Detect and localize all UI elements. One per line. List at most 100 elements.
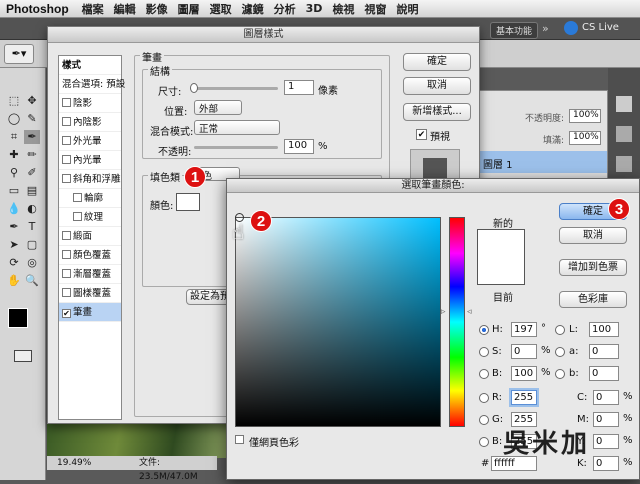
layers-panel-icon[interactable] <box>616 126 632 142</box>
menu-edit[interactable]: 編輯 <box>109 1 141 17</box>
saturation-field[interactable]: 0 <box>511 344 537 359</box>
zoom-level[interactable]: 19.49% <box>57 456 91 470</box>
style-list-outer-glow[interactable]: 外光暈 <box>59 132 121 151</box>
lightness-radio[interactable] <box>555 325 565 335</box>
layer-row[interactable]: 圖層 1 <box>473 151 607 173</box>
hue-slider[interactable] <box>449 217 465 427</box>
a-radio[interactable] <box>555 347 565 357</box>
brush-tool-icon[interactable]: ✏ <box>24 148 40 162</box>
lasso-tool-icon[interactable]: ◯ <box>6 112 22 126</box>
blue-radio[interactable] <box>479 437 489 447</box>
lightness-field[interactable]: 100 <box>589 322 619 337</box>
checkbox-icon[interactable] <box>73 212 82 221</box>
magenta-field[interactable]: 0 <box>593 412 619 427</box>
size-slider-thumb[interactable] <box>190 83 198 93</box>
blur-tool-icon[interactable]: 💧 <box>6 202 22 216</box>
layer-style-ok-button[interactable]: 確定 <box>403 53 471 71</box>
style-list-drop-shadow[interactable]: 陰影 <box>59 94 121 113</box>
shape-tool-icon[interactable]: ▢ <box>24 238 40 252</box>
hue-field[interactable]: 197 <box>511 322 537 337</box>
menu-help[interactable]: 說明 <box>391 1 423 17</box>
menu-3d[interactable]: 3D <box>301 2 328 15</box>
crop-tool-icon[interactable]: ⌗ <box>6 130 22 144</box>
healing-tool-icon[interactable]: ✚ <box>6 148 22 162</box>
path-select-tool-icon[interactable]: ➤ <box>6 238 22 252</box>
checkbox-icon[interactable] <box>62 288 71 297</box>
color-field[interactable] <box>235 217 441 427</box>
b-radio[interactable] <box>555 369 565 379</box>
cyan-field[interactable]: 0 <box>593 390 619 405</box>
layer-fill-field[interactable]: 100% <box>569 131 601 145</box>
checkbox-icon[interactable] <box>62 231 71 240</box>
add-to-swatches-button[interactable]: 增加到色票 <box>559 259 627 276</box>
document-canvas[interactable] <box>47 420 227 458</box>
style-list-color-overlay[interactable]: 顏色覆蓋 <box>59 246 121 265</box>
yellow-field[interactable]: 0 <box>593 434 619 449</box>
menu-file[interactable]: 檔案 <box>77 1 109 17</box>
blend-mode-select[interactable]: 正常 <box>194 120 280 135</box>
quick-mask-icon[interactable] <box>14 350 32 362</box>
green-radio[interactable] <box>479 415 489 425</box>
cs-live-button[interactable]: CS Live <box>582 22 619 33</box>
style-list-satin[interactable]: 緞面 <box>59 227 121 246</box>
size-slider[interactable] <box>190 87 278 90</box>
zoom-tool-icon[interactable]: 🔍 <box>24 274 40 288</box>
brightness-field[interactable]: 100 <box>511 366 537 381</box>
eyedropper-tool-icon[interactable]: ✒ <box>24 130 40 144</box>
stroke-color-swatch[interactable] <box>176 193 200 211</box>
checkbox-icon[interactable] <box>62 250 71 259</box>
checkbox-icon[interactable] <box>62 174 71 183</box>
size-field[interactable]: 1 <box>284 80 314 95</box>
style-list-gradient-overlay[interactable]: 漸層覆蓋 <box>59 265 121 284</box>
eraser-tool-icon[interactable]: ▭ <box>6 184 22 198</box>
hue-right-arrow-icon[interactable]: ◃ <box>467 307 472 317</box>
black-field[interactable]: 0 <box>593 456 619 471</box>
menu-select[interactable]: 選取 <box>205 1 237 17</box>
saturation-radio[interactable] <box>479 347 489 357</box>
hue-radio[interactable] <box>479 325 489 335</box>
gradient-tool-icon[interactable]: ▤ <box>24 184 40 198</box>
style-list-contour[interactable]: 輪廓 <box>59 189 121 208</box>
history-brush-icon[interactable]: ✐ <box>24 166 40 180</box>
style-list-bevel[interactable]: 斜角和浮雕 <box>59 170 121 189</box>
3d-panel-icon[interactable] <box>616 96 632 112</box>
web-only-checkbox[interactable] <box>235 435 244 444</box>
expand-icon[interactable]: » <box>542 22 549 35</box>
style-list-styles[interactable]: 樣式 <box>59 56 121 75</box>
workspace-button[interactable]: 基本功能 <box>490 22 539 39</box>
checkbox-icon[interactable] <box>62 136 71 145</box>
picker-cancel-button[interactable]: 取消 <box>559 227 627 244</box>
style-list-stroke[interactable]: ✔ 筆畫 <box>59 303 121 322</box>
style-list-blending[interactable]: 混合選項: 預設 <box>59 75 125 94</box>
b-field[interactable]: 0 <box>589 366 619 381</box>
menu-layer[interactable]: 圖層 <box>173 1 205 17</box>
layer-style-cancel-button[interactable]: 取消 <box>403 77 471 95</box>
3d-orbit-tool-icon[interactable]: ◎ <box>24 256 40 270</box>
menu-window[interactable]: 視窗 <box>359 1 391 17</box>
pen-tool-icon[interactable]: ✒ <box>6 220 22 234</box>
new-style-button[interactable]: 新增樣式... <box>403 103 471 121</box>
hand-tool-icon[interactable]: ✋ <box>6 274 22 288</box>
style-list-pattern-overlay[interactable]: 圖樣覆蓋 <box>59 284 121 303</box>
opacity-field[interactable]: 100 <box>284 139 314 154</box>
layer-opacity-field[interactable]: 100% <box>569 109 601 123</box>
3d-rotate-tool-icon[interactable]: ⟳ <box>6 256 22 270</box>
a-field[interactable]: 0 <box>589 344 619 359</box>
color-libraries-button[interactable]: 色彩庫 <box>559 291 627 308</box>
stamp-tool-icon[interactable]: ⚲ <box>6 166 22 180</box>
checkbox-icon[interactable] <box>62 117 71 126</box>
menu-filter[interactable]: 濾鏡 <box>237 1 269 17</box>
menu-image[interactable]: 影像 <box>141 1 173 17</box>
preview-checkbox[interactable]: ✔ <box>416 129 427 140</box>
foreground-color-swatch[interactable] <box>8 308 28 328</box>
style-list-inner-shadow[interactable]: 內陰影 <box>59 113 121 132</box>
red-radio[interactable] <box>479 393 489 403</box>
channels-panel-icon[interactable] <box>616 156 632 172</box>
checkbox-icon[interactable] <box>62 269 71 278</box>
app-menu[interactable]: Photoshop <box>0 2 77 16</box>
red-field[interactable]: 255 <box>511 390 537 405</box>
move-tool-icon[interactable]: ✥ <box>24 94 40 108</box>
checkbox-icon[interactable] <box>73 193 82 202</box>
type-tool-icon[interactable]: T <box>24 220 40 234</box>
style-list-texture[interactable]: 紋理 <box>59 208 121 227</box>
